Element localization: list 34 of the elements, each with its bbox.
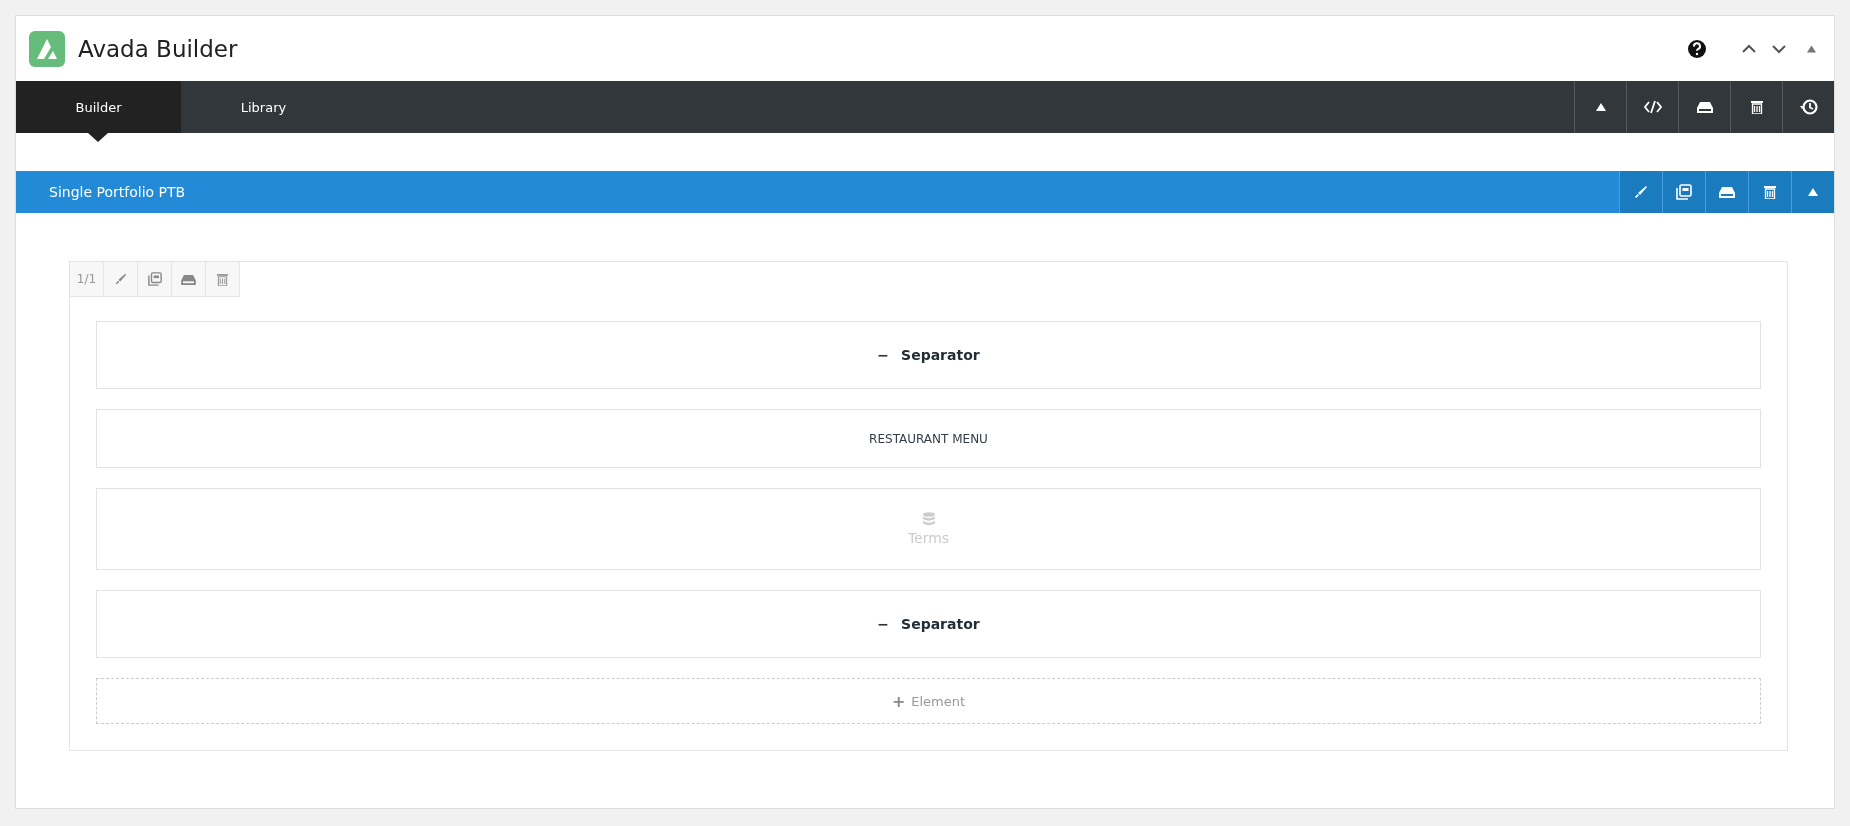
container-title: Single Portfolio PTB	[49, 184, 186, 200]
trash-icon	[1750, 100, 1763, 114]
app-title: Avada Builder	[78, 35, 238, 62]
chevron-down-icon[interactable]	[1771, 43, 1787, 54]
code-icon	[1643, 100, 1662, 114]
pencil-icon	[114, 273, 127, 285]
help-icon[interactable]	[1687, 38, 1707, 59]
minus-icon: −	[877, 616, 890, 632]
copy-icon	[147, 272, 162, 286]
clone-button[interactable]	[1662, 171, 1705, 213]
chevron-up-icon[interactable]	[1741, 43, 1757, 54]
copy-icon	[1676, 184, 1692, 200]
collapse-icon[interactable]	[1807, 44, 1816, 53]
minus-icon: −	[877, 347, 890, 363]
database-icon	[921, 512, 936, 526]
triangle-up-icon	[1595, 103, 1606, 111]
collapse-button[interactable]	[1791, 171, 1834, 213]
element-label: RESTAURANT MENU	[869, 431, 988, 446]
separator-element[interactable]: − Separator	[96, 590, 1761, 658]
pencil-icon	[1634, 185, 1648, 199]
logo-icon	[29, 30, 65, 67]
tab-pointer	[88, 133, 108, 142]
drive-icon	[181, 273, 196, 285]
add-element-button[interactable]: + Element	[96, 678, 1761, 724]
separator-element[interactable]: − Separator	[96, 321, 1761, 389]
trash-icon	[1764, 185, 1776, 199]
element-label: Separator	[901, 347, 980, 363]
drive-icon	[1696, 101, 1713, 113]
triangle-up-icon	[1808, 188, 1818, 196]
trash-icon	[217, 272, 228, 286]
history-icon	[1799, 98, 1818, 116]
element-label: Separator	[901, 616, 980, 632]
text-element[interactable]: RESTAURANT MENU	[96, 409, 1761, 468]
drive-icon	[1719, 186, 1735, 198]
